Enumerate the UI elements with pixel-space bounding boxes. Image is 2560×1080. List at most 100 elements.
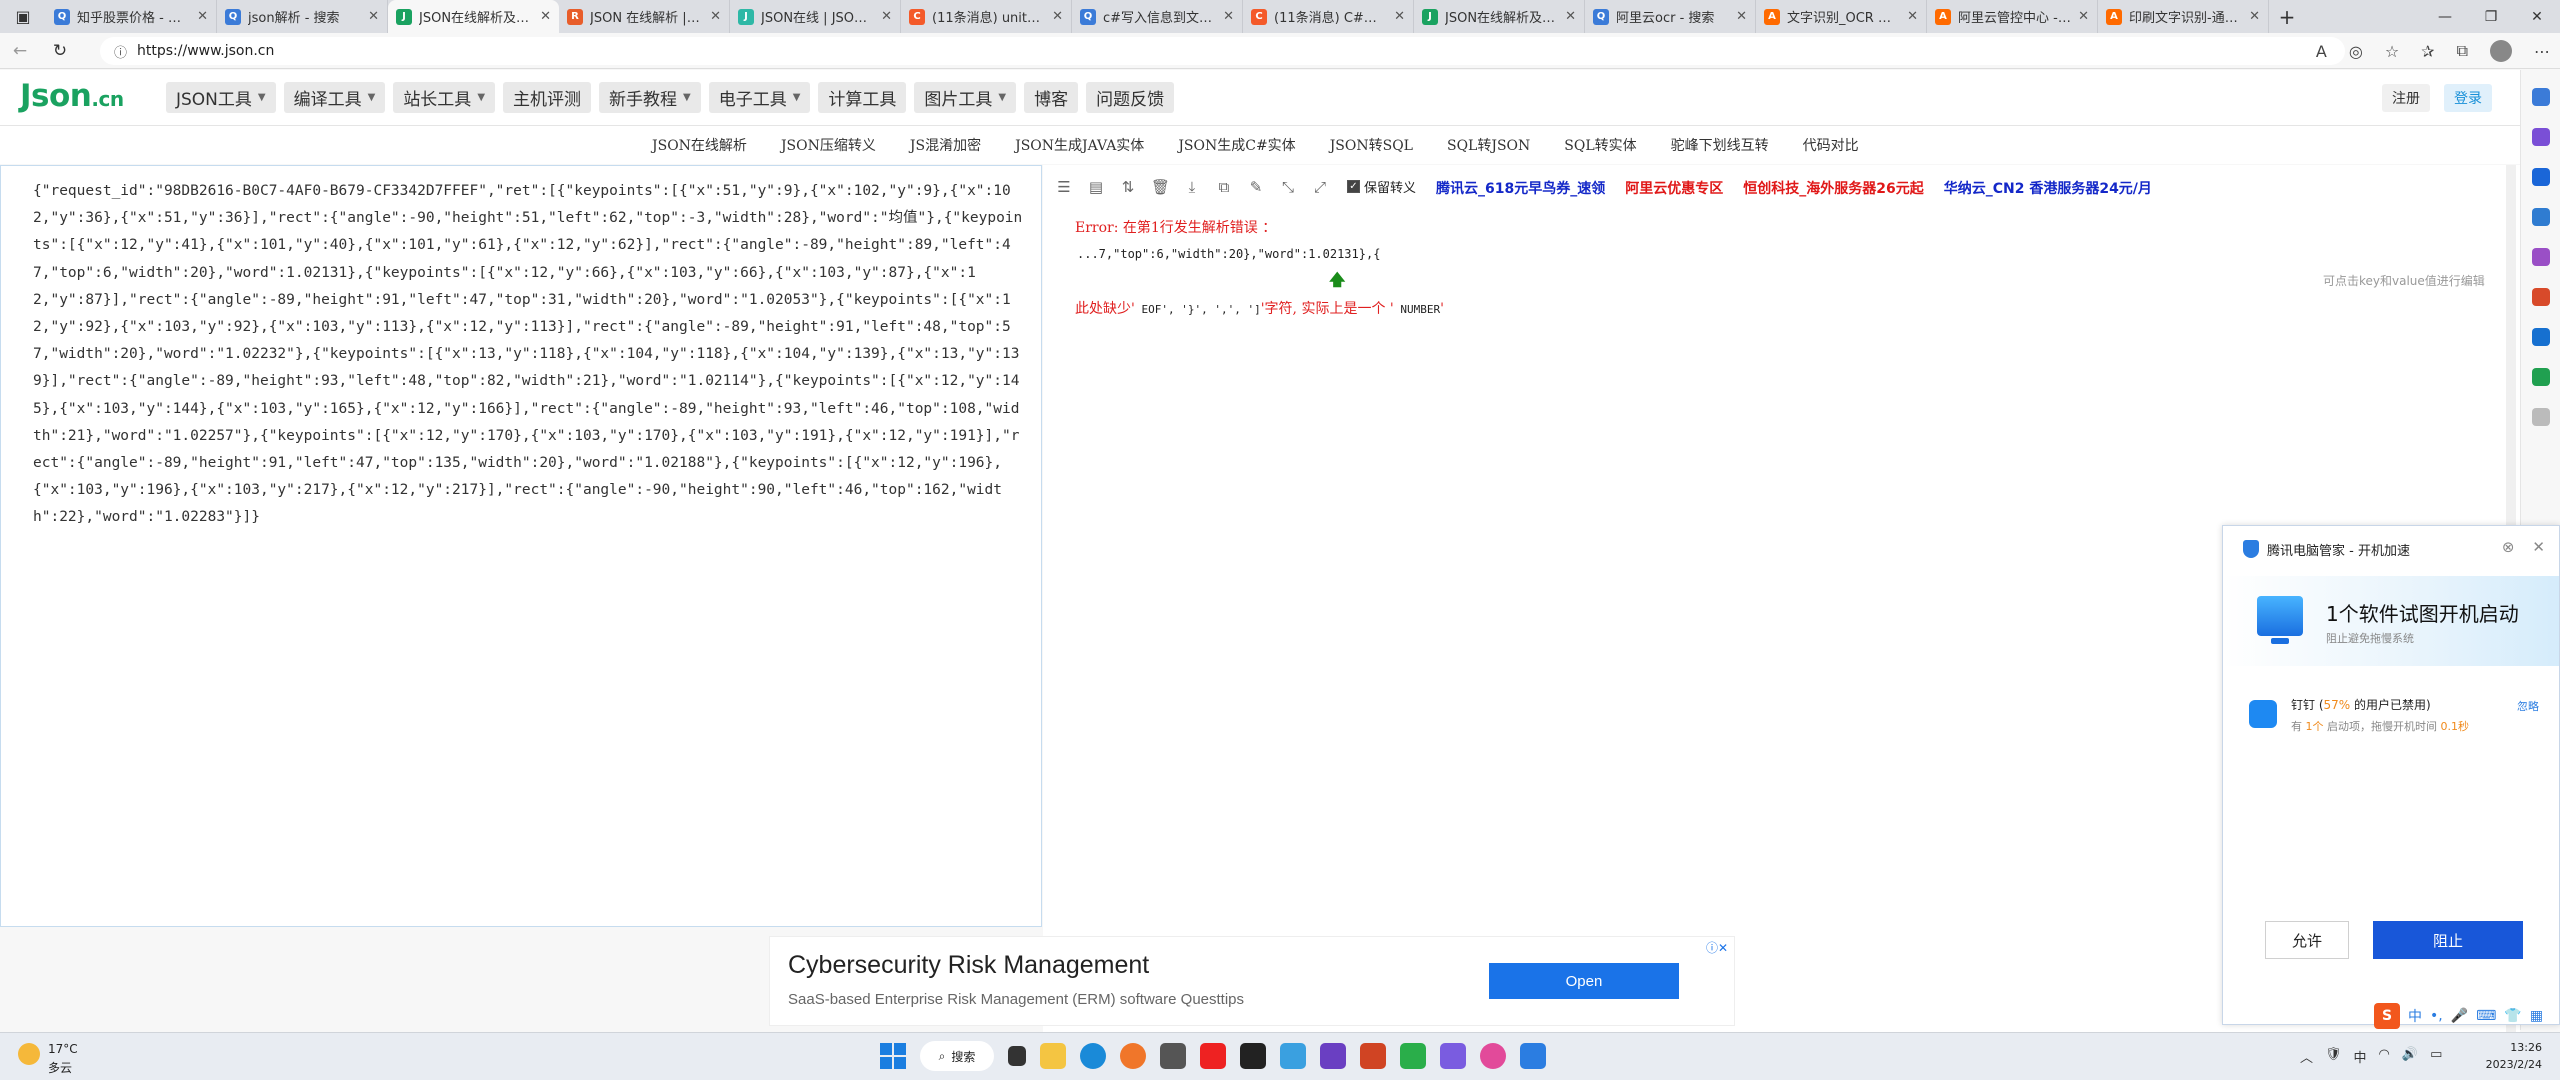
shopping-icon[interactable] — [2532, 168, 2550, 186]
office-icon[interactable] — [2532, 288, 2550, 306]
tray-ime-icon[interactable]: 中 — [2354, 1047, 2367, 1066]
visual-studio-icon[interactable] — [1320, 1043, 1346, 1069]
games-icon[interactable] — [2532, 248, 2550, 266]
browser-tab[interactable]: Qjson解析 - 搜索 ✕ — [217, 0, 388, 33]
edge-icon[interactable] — [1080, 1043, 1106, 1069]
more-menu-icon[interactable]: ⋯ — [2534, 42, 2550, 61]
url-input[interactable]: ⓘ https://www.json.cn — [100, 37, 2345, 65]
minimize-icon[interactable]: — — [2422, 0, 2468, 33]
discover-icon[interactable] — [2532, 128, 2550, 146]
download-icon[interactable]: ⤓ — [1183, 178, 1201, 196]
popup-close-icon[interactable]: ✕ — [2532, 538, 2545, 556]
block-button[interactable]: 阻止 — [2373, 921, 2523, 959]
format-icon[interactable]: ☰ — [1055, 178, 1073, 196]
tab-close-icon[interactable]: ✕ — [1736, 9, 1747, 24]
tools-icon[interactable] — [2532, 208, 2550, 226]
browser-tab[interactable]: Q 阿里云ocr - 搜索 ✕ — [1585, 0, 1756, 33]
tracking-icon[interactable]: ◎ — [2349, 42, 2363, 61]
ad-open-button[interactable]: Open — [1489, 963, 1679, 999]
collapse-icon[interactable]: ⤡ — [1279, 178, 1297, 196]
ime-skin-icon[interactable]: 👕 — [2504, 1008, 2521, 1024]
close-window-icon[interactable]: ✕ — [2514, 0, 2560, 33]
powerpoint-icon[interactable] — [1360, 1043, 1386, 1069]
subnav-item[interactable]: 驼峰下划线互转 — [1671, 135, 1769, 155]
tab-close-icon[interactable]: ✕ — [1907, 9, 1918, 24]
search-sidebar-icon[interactable] — [2532, 88, 2550, 106]
tray-chevron-icon[interactable]: ︿ — [2300, 1047, 2313, 1066]
allow-button[interactable]: 允许 — [2265, 921, 2349, 959]
browser-tab[interactable]: Q 知乎股票价格 - 搜索 ✕ — [46, 0, 217, 33]
browser-tab[interactable]: A 文字识别_OCR 文字 ✕ — [1756, 0, 1927, 33]
popup-settings-icon[interactable]: ⊗ — [2502, 538, 2515, 556]
register-button[interactable]: 注册 — [2382, 84, 2430, 112]
browser-tab[interactable]: C (11条消息) C#之txt的 ✕ — [1243, 0, 1414, 33]
tencent-guard-icon[interactable] — [1520, 1043, 1546, 1069]
json-cn-logo[interactable]: Json.cn — [20, 78, 124, 114]
sort-icon[interactable]: ⇅ — [1119, 178, 1137, 196]
browser-tab[interactable]: C (11条消息) unity json ✕ — [901, 0, 1072, 33]
top-ad-link[interactable]: 腾讯云_618元早鸟券_速领 — [1436, 178, 1605, 198]
bottom-ad-banner[interactable]: Cybersecurity Risk Management SaaS-based… — [769, 936, 1735, 1026]
tab-close-icon[interactable]: ✕ — [1052, 9, 1063, 24]
sogou-logo-icon[interactable]: S — [2374, 1003, 2400, 1029]
fullscreen-icon[interactable]: ⤢ — [1311, 178, 1329, 196]
outlook-icon[interactable] — [2532, 328, 2550, 346]
tab-close-icon[interactable]: ✕ — [2078, 9, 2089, 24]
profile-avatar[interactable] — [2490, 40, 2512, 62]
login-button[interactable]: 登录 — [2444, 84, 2492, 112]
top-ad-link[interactable]: 华纳云_CN2 香港服务器24元/月 — [1944, 178, 2152, 198]
wechat-icon[interactable] — [1400, 1043, 1426, 1069]
subnav-item[interactable]: JSON生成JAVA实体 — [1015, 135, 1144, 155]
ime-grid-icon[interactable]: ▦ — [2530, 1008, 2543, 1024]
main-nav-item[interactable]: 主机评测 — [503, 82, 592, 113]
keep-escape-checkbox[interactable]: ✓ 保留转义 — [1347, 177, 1416, 196]
browser-tab[interactable]: A 印刷文字识别-通用文 ✕ — [2098, 0, 2269, 33]
browser-tab[interactable]: Qc#写入信息到文本 - 搜 ✕ — [1072, 0, 1243, 33]
main-nav-item[interactable]: 博客 — [1024, 82, 1079, 113]
browser-tab[interactable]: J JSON在线解析及格式 ✕ — [388, 0, 559, 33]
top-ad-link[interactable]: 恒创科技_海外服务器26元起 — [1743, 178, 1923, 198]
new-tab-button[interactable]: + — [2269, 0, 2305, 33]
main-nav-item[interactable]: 编译工具 ▼ — [283, 82, 386, 113]
favorite-star-icon[interactable]: ☆ — [2385, 42, 2399, 61]
firefox-icon[interactable] — [1120, 1043, 1146, 1069]
main-nav-item[interactable]: 计算工具 — [818, 82, 907, 113]
main-nav-item[interactable]: JSON工具 ▼ — [166, 82, 276, 113]
subnav-item[interactable]: JSON在线解析 — [652, 135, 747, 155]
ime-keyboard-icon[interactable]: ⌨ — [2476, 1008, 2496, 1024]
unity-icon[interactable] — [1160, 1043, 1186, 1069]
copy-icon[interactable]: ⧉ — [1215, 178, 1233, 196]
collections-icon[interactable]: ⧉ — [2457, 41, 2468, 61]
app-red-icon[interactable] — [1200, 1043, 1226, 1069]
browser-tab[interactable]: R JSON 在线解析 | 菜鸟 ✕ — [559, 0, 730, 33]
ignore-link[interactable]: 忽略 — [2517, 698, 2539, 714]
maximize-icon[interactable]: ❐ — [2468, 0, 2514, 33]
top-ad-link[interactable]: 阿里云优惠专区 — [1625, 178, 1723, 198]
ime-mode[interactable]: 中 — [2408, 1006, 2422, 1026]
tab-close-icon[interactable]: ✕ — [1565, 9, 1576, 24]
task-view-icon[interactable] — [1008, 1046, 1026, 1066]
color-app-icon[interactable] — [1480, 1043, 1506, 1069]
tab-close-icon[interactable]: ✕ — [368, 9, 379, 24]
ime-punct-icon[interactable]: •, — [2430, 1008, 2443, 1024]
back-icon[interactable]: ← — [0, 41, 40, 61]
tab-close-icon[interactable]: ✕ — [2249, 9, 2260, 24]
start-button-icon[interactable] — [880, 1043, 906, 1069]
subnav-item[interactable]: JSON压缩转义 — [781, 135, 876, 155]
subnav-item[interactable]: JSON生成C#实体 — [1178, 135, 1295, 155]
tray-wifi-icon[interactable]: ◠ — [2379, 1047, 2390, 1066]
delete-icon[interactable]: 🗑 — [1151, 178, 1170, 196]
notepad-icon[interactable] — [1280, 1043, 1306, 1069]
tab-close-icon[interactable]: ✕ — [710, 9, 721, 24]
subnav-item[interactable]: SQL转实体 — [1564, 135, 1636, 155]
subnav-item[interactable]: 代码对比 — [1803, 135, 1859, 155]
tab-close-icon[interactable]: ✕ — [1223, 9, 1234, 24]
taskbar-search[interactable]: ⌕ 搜索 — [920, 1041, 994, 1071]
json-input-editor[interactable]: {"request_id":"98DB2616-B0C7-4AF0-B679-C… — [0, 165, 1042, 927]
add-sidebar-icon[interactable] — [2532, 408, 2550, 426]
tab-close-icon[interactable]: ✕ — [1394, 9, 1405, 24]
taskbar-clock[interactable]: 13:26 2023/2/24 — [2486, 1039, 2542, 1073]
tab-close-icon[interactable]: ✕ — [197, 9, 208, 24]
photos-icon[interactable] — [1440, 1043, 1466, 1069]
subnav-item[interactable]: JS混淆加密 — [910, 135, 981, 155]
